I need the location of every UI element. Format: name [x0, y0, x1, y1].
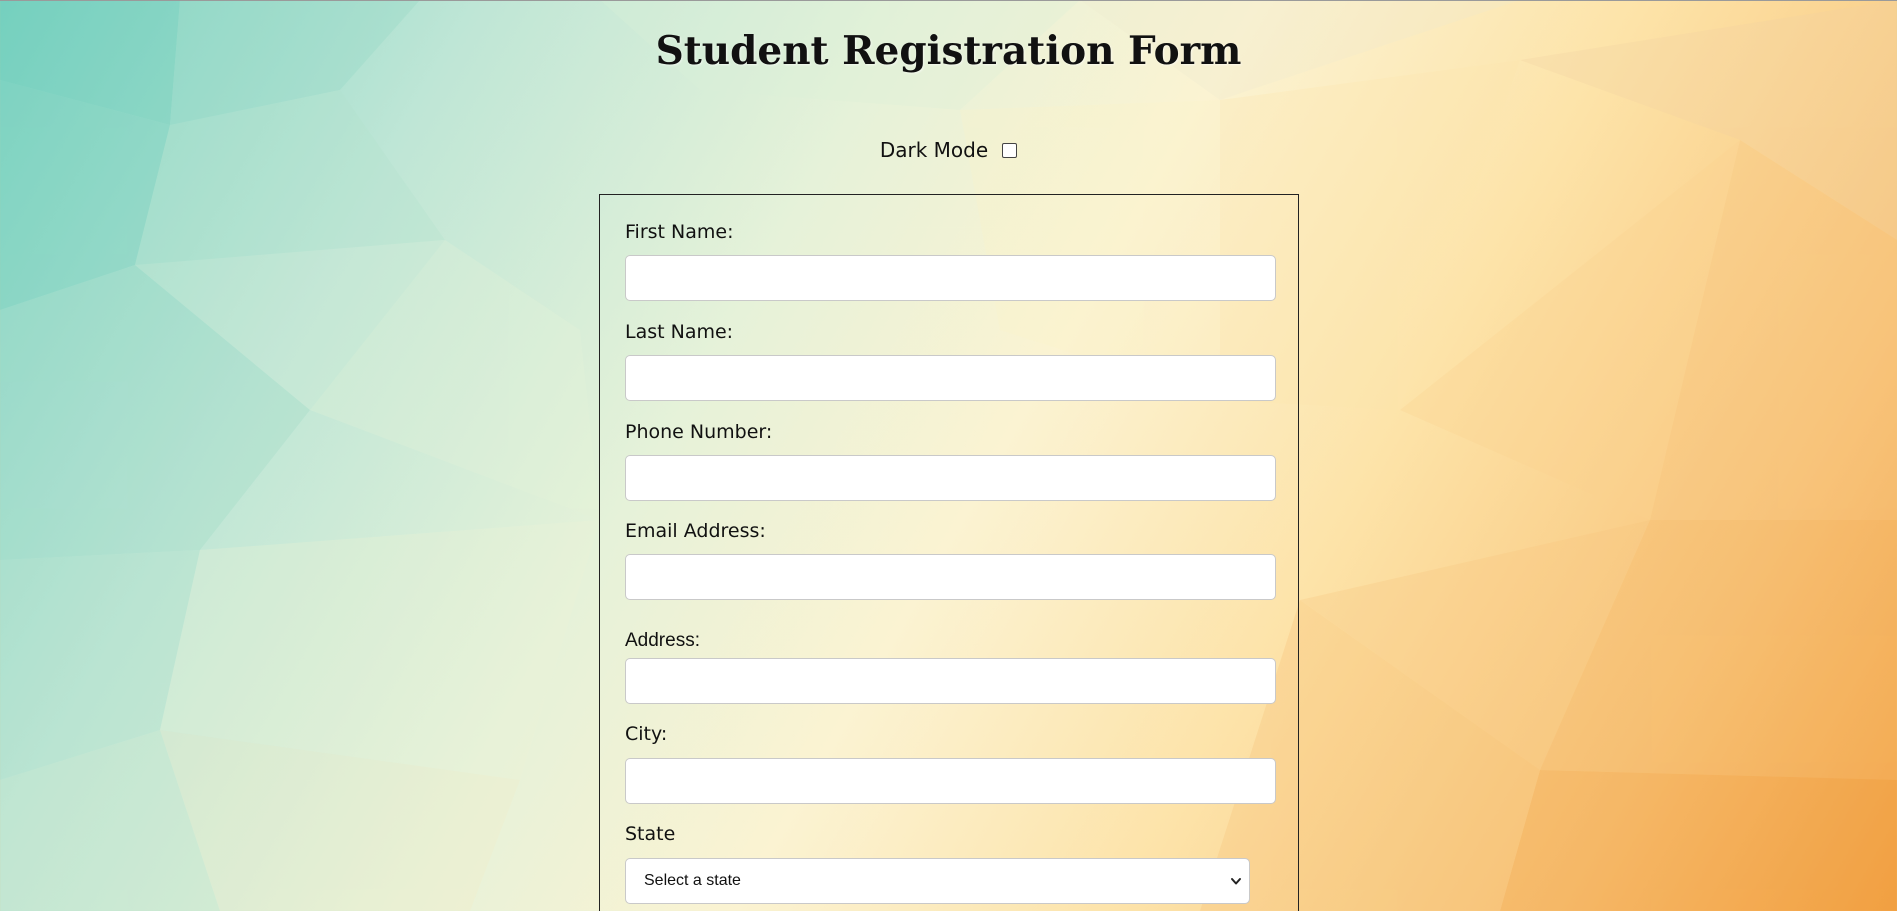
registration-form: First Name: Last Name: Phone Number: Ema… — [599, 194, 1299, 911]
email-address-field[interactable] — [625, 554, 1276, 600]
city-label: City: — [625, 723, 668, 745]
dark-mode-toggle: Dark Mode — [0, 138, 1897, 162]
dark-mode-checkbox[interactable] — [1002, 142, 1018, 158]
city-field[interactable] — [625, 758, 1276, 804]
page: Student Registration Form Dark Mode Firs… — [0, 0, 1897, 911]
state-select-value: Select a state — [644, 872, 741, 889]
state-select[interactable]: Select a state — [625, 858, 1250, 904]
address-field[interactable] — [625, 658, 1276, 704]
first-name-field[interactable] — [625, 255, 1276, 301]
last-name-label: Last Name: — [625, 321, 734, 343]
chevron-down-icon — [1231, 878, 1241, 885]
last-name-field[interactable] — [625, 355, 1276, 401]
phone-number-field[interactable] — [625, 455, 1276, 501]
dark-mode-label: Dark Mode — [879, 138, 989, 162]
first-name-label: First Name: — [625, 221, 734, 243]
page-title: Student Registration Form — [655, 28, 1242, 74]
state-label: State — [625, 823, 676, 845]
email-address-label: Email Address: — [625, 520, 766, 542]
address-label: Address: — [625, 630, 700, 651]
phone-number-label: Phone Number: — [625, 421, 773, 443]
top-border-line — [0, 0, 1897, 1]
